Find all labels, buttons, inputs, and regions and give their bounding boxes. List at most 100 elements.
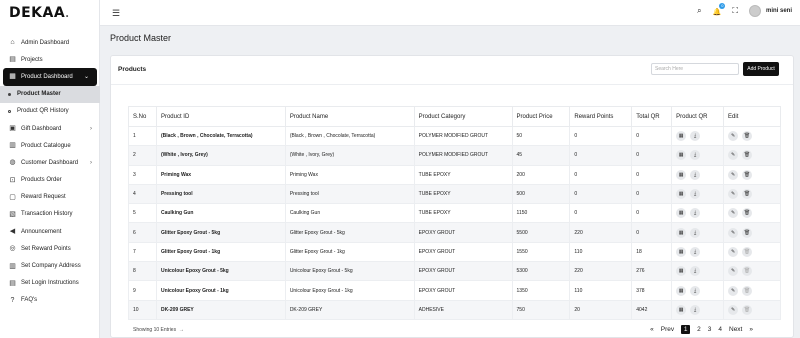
qr-code-icon[interactable]: ▦ — [676, 150, 687, 161]
edit-pencil-icon[interactable]: ✎ — [728, 189, 739, 200]
delete-trash-icon[interactable]: 🗑 — [742, 169, 753, 180]
sidebar-item-projects[interactable]: ▤ Projects — [0, 51, 100, 68]
next-button[interactable]: Next — [729, 326, 742, 333]
edit-cell: ✎ 🗑 — [723, 125, 781, 147]
edit-pencil-icon[interactable]: ✎ — [728, 208, 739, 219]
menu-toggle-icon[interactable]: ☰ — [112, 8, 120, 19]
qr-code-icon[interactable]: ▦ — [676, 285, 687, 296]
download-icon[interactable]: ⤓ — [690, 150, 701, 161]
sidebar-item-product-dashboard[interactable]: ▦ Product Dashboard ⌄ — [3, 68, 97, 86]
brand-logo[interactable]: DEKAA. — [9, 5, 70, 21]
qr-code-icon[interactable]: ▦ — [676, 169, 687, 180]
sidebar-item-product-master[interactable]: Product Master — [0, 85, 100, 103]
arrow-right-icon[interactable]: → — [179, 327, 184, 333]
qr-code-icon[interactable]: ▦ — [676, 304, 687, 315]
delete-trash-icon[interactable]: 🗑 — [742, 246, 753, 257]
qr-code-icon[interactable]: ▦ — [676, 246, 687, 257]
page-4-button[interactable]: 4 — [718, 326, 722, 333]
qr-code-icon[interactable]: ▦ — [676, 131, 687, 142]
delete-trash-icon[interactable]: 🗑 — [742, 304, 753, 315]
delete-trash-icon[interactable]: 🗑 — [742, 208, 753, 219]
search-icon[interactable]: ⌕ — [697, 6, 701, 16]
column-header[interactable]: Product Price — [511, 106, 571, 127]
edit-pencil-icon[interactable]: ✎ — [728, 246, 739, 257]
sidebar-item-admin-dashboard[interactable]: ⌂ Admin Dashboard — [0, 34, 100, 51]
column-header[interactable]: Edit — [723, 106, 781, 127]
edit-pencil-icon[interactable]: ✎ — [728, 131, 739, 142]
download-icon[interactable]: ⤓ — [690, 304, 701, 315]
qr-code-icon[interactable]: ▦ — [676, 208, 687, 219]
table-cell: TUBE EPOXY — [413, 203, 513, 224]
edit-pencil-icon[interactable]: ✎ — [728, 304, 739, 315]
download-icon[interactable]: ⤓ — [690, 285, 701, 296]
avatar[interactable] — [748, 5, 761, 17]
delete-trash-icon[interactable]: 🗑 — [742, 285, 753, 296]
table-cell: Priming Wax — [155, 164, 286, 185]
column-header[interactable]: Product ID — [155, 106, 286, 127]
fullscreen-icon[interactable]: ⛶ — [732, 6, 738, 16]
sidebar-item-customer-dashboard[interactable]: ◍ Customer Dashboard › — [0, 154, 100, 171]
people-icon: ◍ — [9, 159, 16, 167]
column-header[interactable]: S.No — [128, 106, 157, 127]
sidebar-item-products-order[interactable]: ⊡ Products Order — [0, 172, 100, 189]
column-header[interactable]: Reward Points — [569, 106, 633, 127]
download-icon[interactable]: ⤓ — [690, 131, 701, 142]
qr-code-icon[interactable]: ▦ — [676, 227, 687, 238]
sidebar-item-set-company-address[interactable]: ▥ Set Company Address — [0, 257, 100, 274]
table-cell: Glitter Epoxy Grout - 1kg — [155, 241, 286, 263]
column-header[interactable]: Product QR — [671, 106, 725, 127]
qr-code-icon[interactable]: ▦ — [676, 266, 687, 277]
delete-trash-icon[interactable]: 🗑 — [742, 189, 753, 200]
download-icon[interactable]: ⤓ — [690, 208, 701, 219]
chevron-right-icon: › — [90, 159, 92, 166]
delete-trash-icon[interactable]: 🗑 — [742, 227, 753, 238]
edit-pencil-icon[interactable]: ✎ — [728, 285, 739, 296]
sidebar-item-product-catalogue[interactable]: ▥ Product Catalogue — [0, 137, 100, 154]
sidebar-item-gift-dashboard[interactable]: ▣ Gift Dashboard › — [0, 120, 100, 137]
column-header[interactable]: Product Name — [284, 106, 415, 127]
sidebar-item-transaction-history[interactable]: ▧ Transaction History — [0, 206, 100, 223]
next-double-arrow-icon[interactable]: » — [749, 326, 753, 333]
edit-pencil-icon[interactable]: ✎ — [728, 169, 739, 180]
download-icon[interactable]: ⤓ — [690, 266, 701, 277]
qr-code-icon[interactable]: ▦ — [676, 189, 687, 200]
product-qr-cell: ▦ ⤓ — [671, 241, 725, 263]
download-icon[interactable]: ⤓ — [690, 227, 701, 238]
product-qr-cell: ▦ ⤓ — [671, 299, 725, 320]
edit-pencil-icon[interactable]: ✎ — [728, 227, 739, 238]
sidebar-item-announcement[interactable]: ◀ Announcement — [0, 223, 100, 240]
sidebar-item-set-reward-points[interactable]: ◎ Set Reward Points — [0, 240, 100, 257]
gift-box-icon: ▢ — [9, 193, 16, 201]
download-icon[interactable]: ⤓ — [690, 169, 701, 180]
page-1-button[interactable]: 1 — [681, 325, 691, 334]
table-cell: 0 — [569, 203, 633, 224]
table-cell: 7 — [128, 241, 157, 263]
download-icon[interactable]: ⤓ — [690, 189, 701, 200]
search-input[interactable] — [651, 63, 739, 75]
edit-pencil-icon[interactable]: ✎ — [728, 266, 739, 277]
table-cell: 200 — [511, 164, 571, 185]
sidebar-item-product-qr-history[interactable]: Product QR History — [0, 103, 100, 120]
delete-trash-icon[interactable]: 🗑 — [742, 150, 753, 161]
user-name[interactable]: mini seni — [766, 8, 792, 14]
product-qr-cell: ▦ ⤓ — [671, 125, 725, 147]
prev-double-arrow-icon[interactable]: « — [650, 326, 654, 333]
delete-trash-icon[interactable]: 🗑 — [742, 131, 753, 142]
column-header[interactable]: Product Category — [413, 106, 513, 127]
instructions-icon: ▤ — [9, 279, 16, 287]
sidebar-item-set-login-instructions[interactable]: ▤ Set Login Instructions — [0, 275, 100, 292]
column-header[interactable]: Total QR — [631, 106, 673, 127]
prev-button[interactable]: Prev — [661, 326, 674, 333]
delete-trash-icon[interactable]: 🗑 — [742, 266, 753, 277]
sidebar-item-reward-request[interactable]: ▢ Reward Request — [0, 189, 100, 206]
notification-bell-icon[interactable]: 🔔 0 — [713, 2, 726, 16]
edit-cell: ✎ 🗑 — [723, 261, 781, 282]
page-3-button[interactable]: 3 — [708, 326, 712, 333]
add-product-button[interactable]: Add Product — [743, 62, 779, 76]
sidebar-item-label: Product Dashboard — [21, 73, 73, 80]
download-icon[interactable]: ⤓ — [690, 246, 701, 257]
sidebar-item-faq-s[interactable]: ? FAQ's — [0, 292, 100, 309]
edit-pencil-icon[interactable]: ✎ — [728, 150, 739, 161]
table-row: 9 Unicolour Epoxy Grout - 1kg Unicolour Ep… — [128, 280, 781, 301]
page-2-button[interactable]: 2 — [697, 326, 701, 333]
